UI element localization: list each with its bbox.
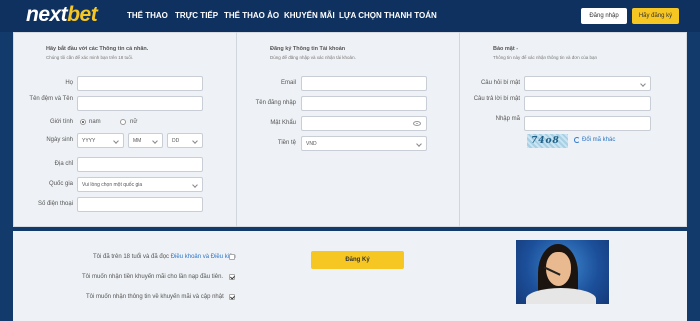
dob-month-select[interactable]: MM <box>128 133 163 148</box>
captcha-code-input[interactable] <box>524 116 651 131</box>
address-input[interactable] <box>77 157 203 172</box>
dob-label: Ngày sinh <box>46 137 73 143</box>
password-label: Mật Khẩu <box>270 120 296 126</box>
support-agent-image <box>516 240 609 304</box>
top-navigation-bar: nextbet THỂ THAO TRỰC TIẾP THỂ THAO ẢO K… <box>0 0 700 32</box>
gender-male-radio[interactable] <box>80 119 86 125</box>
personal-section-title: Hãy bắt đầu với các Thông tin cá nhân. <box>46 46 149 52</box>
secret-answer-label: Câu trả lời bí mật <box>473 96 520 102</box>
nav-promotions[interactable]: KHUYẾN MÃI <box>284 11 335 20</box>
gender-female-label: nữ <box>130 119 138 125</box>
country-label: Quốc gia <box>48 181 73 187</box>
security-section-title: Bảo mật - <box>493 46 519 52</box>
first-name-input[interactable] <box>77 96 203 111</box>
nav-virtual-sports[interactable]: THỂ THAO ẢO <box>224 11 279 20</box>
phone-input[interactable] <box>77 197 203 212</box>
address-label: Địa chỉ <box>54 161 73 167</box>
country-select[interactable]: Vui lòng chọn một quốc gia <box>77 177 203 192</box>
secret-question-select[interactable] <box>524 76 651 91</box>
account-section-title: Đăng ký Thông tin Tài khoản <box>270 46 346 52</box>
secret-question-label: Câu hỏi bí mật <box>480 80 520 86</box>
first-name-label: Tên đệm và Tên <box>29 96 73 102</box>
terms-agreement-text: Tôi đã trên 18 tuổi và đã đọc Điều khoản… <box>93 254 236 260</box>
promo-updates-checkbox[interactable] <box>229 294 235 300</box>
phone-label: Số điện thoại <box>37 201 73 207</box>
nextbet-logo[interactable]: nextbet <box>26 3 98 27</box>
nav-live[interactable]: TRỰC TIẾP <box>175 11 218 20</box>
gender-male-label: nam <box>89 119 101 125</box>
gender-female-radio[interactable] <box>120 119 126 125</box>
nav-payment-options[interactable]: LỰA CHỌN THANH TOÁN <box>339 11 437 20</box>
refresh-captcha-label: Đổi mã khác <box>582 137 616 143</box>
login-button[interactable]: Đăng nhập <box>581 8 627 24</box>
column-divider <box>459 32 460 227</box>
last-name-label: Họ <box>65 80 73 86</box>
username-label: Tên đăng nhập <box>255 100 296 106</box>
account-section-subtitle: Dùng để đăng nhập và xác nhận tài khoản. <box>270 55 356 60</box>
refresh-icon <box>574 137 580 143</box>
dob-year-select[interactable]: YYYY <box>77 133 124 148</box>
dob-day-select[interactable]: DD <box>167 133 203 148</box>
first-deposit-bonus-checkbox[interactable] <box>229 274 235 280</box>
gender-label: Giới tính <box>50 119 73 125</box>
personal-section-subtitle: Chúng tôi cần để xác minh bạn trên 18 tu… <box>46 55 134 60</box>
email-label: Email <box>280 80 296 86</box>
nav-sports[interactable]: THỂ THAO <box>127 11 168 20</box>
refresh-captcha-link[interactable]: Đổi mã khác <box>574 137 615 143</box>
secret-answer-input[interactable] <box>524 96 651 111</box>
show-password-eye-icon[interactable] <box>413 121 421 126</box>
register-submit-button[interactable]: Đăng Ký <box>311 251 404 269</box>
column-divider <box>236 32 237 227</box>
captcha-code-label: Nhập mã <box>495 116 520 122</box>
username-input[interactable] <box>301 96 427 111</box>
promo-updates-text: Tôi muốn nhận thông tin về khuyến mãi và… <box>86 294 224 300</box>
currency-label: Tiền tệ <box>277 140 296 146</box>
last-name-input[interactable] <box>77 76 203 91</box>
security-section-subtitle: Thông tin này để xác nhận thông tin và đ… <box>493 55 598 60</box>
terms-link[interactable]: Điều khoản và Điều kiện <box>171 254 236 260</box>
first-deposit-bonus-text: Tôi muốn nhận tiền khuyến mãi cho lần nạ… <box>82 274 224 280</box>
password-input[interactable] <box>301 116 427 131</box>
captcha-image: 74o8 <box>527 134 568 148</box>
currency-select[interactable]: VND <box>301 136 427 151</box>
register-header-button[interactable]: Hãy đăng ký <box>632 8 679 24</box>
terms-checkbox[interactable] <box>229 254 235 260</box>
email-input[interactable] <box>301 76 427 91</box>
